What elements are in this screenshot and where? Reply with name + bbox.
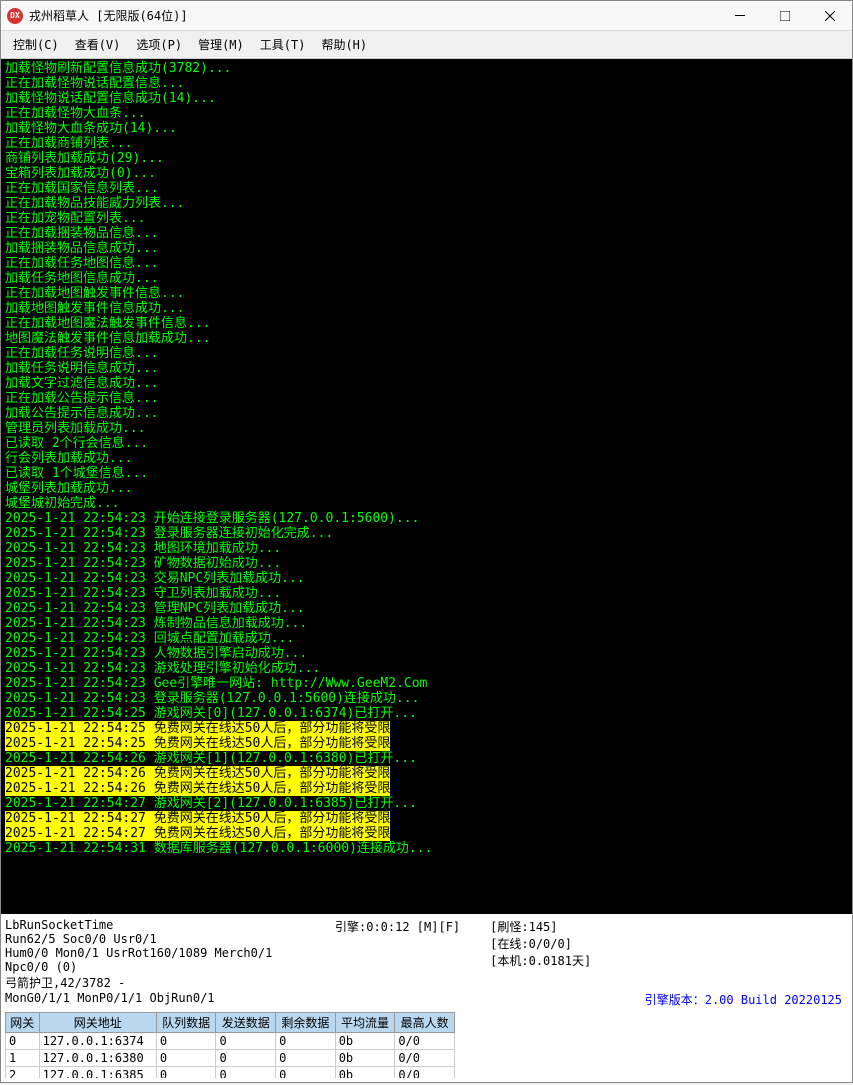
- log-line: 正在加宠物配置列表...: [5, 211, 848, 226]
- log-line: 2025-1-21 22:54:23 开始连接登录服务器(127.0.0.1:5…: [5, 511, 848, 526]
- log-line: 宝箱列表加载成功(0)...: [5, 166, 848, 181]
- log-line: 正在加载任务地图信息...: [5, 256, 848, 271]
- log-line: 2025-1-21 22:54:23 交易NPC列表加载成功...: [5, 571, 848, 586]
- log-line: 2025-1-21 22:54:23 登录服务器(127.0.0.1:5600)…: [5, 691, 848, 706]
- table-row[interactable]: 1127.0.0.1:63800000b0/0: [6, 1050, 455, 1067]
- log-line: 城堡列表加载成功...: [5, 481, 848, 496]
- grid-header[interactable]: 最高人数: [395, 1013, 455, 1033]
- grid-header[interactable]: 网关地址: [39, 1013, 156, 1033]
- log-line: 加载地图触发事件信息成功...: [5, 301, 848, 316]
- gateway-grid-wrap[interactable]: 网关网关地址队列数据发送数据剩余数据平均流量最高人数0127.0.0.1:637…: [5, 1008, 471, 1078]
- log-line: 2025-1-21 22:54:25 免费网关在线达50人后，部分功能将受限: [5, 721, 848, 736]
- log-line: 2025-1-21 22:54:23 人物数据引擎启动成功...: [5, 646, 848, 661]
- log-line: 地图魔法触发事件信息加载成功...: [5, 331, 848, 346]
- log-line: 2025-1-21 22:54:31 数据库服务器(127.0.0.1:6000…: [5, 841, 848, 856]
- minimize-button[interactable]: [717, 1, 762, 31]
- log-line: 城堡城初始完成...: [5, 496, 848, 511]
- log-line: 2025-1-21 22:54:23 矿物数据初始成功...: [5, 556, 848, 571]
- grid-header[interactable]: 平均流量: [335, 1013, 395, 1033]
- close-button[interactable]: [807, 1, 852, 31]
- log-line: 2025-1-21 22:54:26 游戏网关[1](127.0.0.1:638…: [5, 751, 848, 766]
- log-line: 已读取 2个行会信息...: [5, 436, 848, 451]
- grid-header[interactable]: 剩余数据: [276, 1013, 336, 1033]
- table-row[interactable]: 0127.0.0.1:63740000b0/0: [6, 1033, 455, 1050]
- log-line: 加载文字过滤信息成功...: [5, 376, 848, 391]
- log-line: 2025-1-21 22:54:25 免费网关在线达50人后，部分功能将受限: [5, 736, 848, 751]
- grid-header[interactable]: 发送数据: [216, 1013, 276, 1033]
- log-line: 加载怪物大血条成功(14)...: [5, 121, 848, 136]
- titlebar[interactable]: DX 戎州稻草人 [无限版(64位)]: [1, 1, 852, 31]
- status-col2: 引擎:0:0:12 [M][F]: [335, 918, 460, 1005]
- status-guard: 弓箭护卫,42/3782 -: [5, 974, 305, 991]
- log-line: 正在加载怪物大血条...: [5, 106, 848, 121]
- log-line: 2025-1-21 22:54:26 免费网关在线达50人后，部分功能将受限: [5, 781, 848, 796]
- log-line: 2025-1-21 22:54:27 游戏网关[2](127.0.0.1:638…: [5, 796, 848, 811]
- status-online: [在线:0/0/0]: [490, 935, 591, 952]
- gateway-table: 网关网关地址队列数据发送数据剩余数据平均流量最高人数0127.0.0.1:637…: [5, 1012, 455, 1078]
- log-line: 管理员列表加载成功...: [5, 421, 848, 436]
- log-line: 正在加载商铺列表...: [5, 136, 848, 151]
- status-col3: [刷怪:145] [在线:0/0/0] [本机:0.0181天]: [490, 918, 591, 1005]
- menu-manage[interactable]: 管理(M): [190, 33, 252, 56]
- log-line: 正在加载任务说明信息...: [5, 346, 848, 361]
- menu-view[interactable]: 查看(V): [67, 33, 129, 56]
- log-line: 2025-1-21 22:54:27 免费网关在线达50人后，部分功能将受限: [5, 811, 848, 826]
- table-row[interactable]: 2127.0.0.1:63850000b0/0: [6, 1067, 455, 1079]
- log-line: 正在加载地图魔法触发事件信息...: [5, 316, 848, 331]
- log-line: 已读取 1个城堡信息...: [5, 466, 848, 481]
- log-console[interactable]: 加载怪物刷新配置信息成功(3782)...正在加载怪物说话配置信息...加载怪物…: [1, 59, 852, 914]
- status-mong: MonG0/1/1 MonP0/1/1 ObjRun0/1: [5, 991, 305, 1005]
- menu-help[interactable]: 帮助(H): [313, 33, 375, 56]
- status-panel: LbRunSocketTime Run62/5 Soc0/0 Usr0/1 Hu…: [1, 914, 852, 1082]
- log-line: 加载怪物说话配置信息成功(14)...: [5, 91, 848, 106]
- status-engine-time: 引擎:0:0:12 [M][F]: [335, 918, 460, 935]
- window-title: 戎州稻草人 [无限版(64位)]: [29, 7, 717, 24]
- log-line: 2025-1-21 22:54:26 免费网关在线达50人后，部分功能将受限: [5, 766, 848, 781]
- menu-control[interactable]: 控制(C): [5, 33, 67, 56]
- log-line: 2025-1-21 22:54:23 登录服务器连接初始化完成...: [5, 526, 848, 541]
- log-line: 商铺列表加载成功(29)...: [5, 151, 848, 166]
- app-icon: DX: [7, 8, 23, 24]
- status-spawn: [刷怪:145]: [490, 918, 591, 935]
- status-col1: LbRunSocketTime Run62/5 Soc0/0 Usr0/1 Hu…: [5, 918, 305, 1005]
- window-buttons: [717, 1, 852, 31]
- maximize-button[interactable]: [762, 1, 807, 31]
- status-local: [本机:0.0181天]: [490, 952, 591, 969]
- log-line: 2025-1-21 22:54:23 Gee引擎唯一网站: http://Www…: [5, 676, 848, 691]
- status-run: Run62/5 Soc0/0 Usr0/1: [5, 932, 305, 946]
- main-window: DX 戎州稻草人 [无限版(64位)] 控制(C) 查看(V) 选项(P) 管理…: [0, 0, 853, 1083]
- status-socket-time: LbRunSocketTime: [5, 918, 305, 932]
- log-line: 2025-1-21 22:54:25 游戏网关[0](127.0.0.1:637…: [5, 706, 848, 721]
- status-hum: Hum0/0 Mon0/1 UsrRot160/1089 Merch0/1 Np…: [5, 946, 305, 974]
- log-line: 行会列表加载成功...: [5, 451, 848, 466]
- log-line: 2025-1-21 22:54:23 管理NPC列表加载成功...: [5, 601, 848, 616]
- log-line: 2025-1-21 22:54:23 炼制物品信息加载成功...: [5, 616, 848, 631]
- log-line: 加载公告提示信息成功...: [5, 406, 848, 421]
- menubar: 控制(C) 查看(V) 选项(P) 管理(M) 工具(T) 帮助(H): [1, 31, 852, 59]
- log-line: 正在加载国家信息列表...: [5, 181, 848, 196]
- log-line: 加载任务地图信息成功...: [5, 271, 848, 286]
- log-line: 2025-1-21 22:54:23 回城点配置加载成功...: [5, 631, 848, 646]
- log-line: 正在加载地图触发事件信息...: [5, 286, 848, 301]
- log-line: 正在加载公告提示信息...: [5, 391, 848, 406]
- menu-tools[interactable]: 工具(T): [252, 33, 314, 56]
- log-line: 正在加载怪物说话配置信息...: [5, 76, 848, 91]
- grid-header[interactable]: 网关: [6, 1013, 40, 1033]
- log-line: 加载怪物刷新配置信息成功(3782)...: [5, 61, 848, 76]
- log-line: 2025-1-21 22:54:23 守卫列表加载成功...: [5, 586, 848, 601]
- log-line: 正在加载物品技能威力列表...: [5, 196, 848, 211]
- log-line: 正在加载捆装物品信息...: [5, 226, 848, 241]
- log-line: 2025-1-21 22:54:23 地图环境加载成功...: [5, 541, 848, 556]
- log-line: 加载任务说明信息成功...: [5, 361, 848, 376]
- log-line: 加载捆装物品信息成功...: [5, 241, 848, 256]
- menu-options[interactable]: 选项(P): [128, 33, 190, 56]
- grid-header[interactable]: 队列数据: [156, 1013, 216, 1033]
- log-line: 2025-1-21 22:54:27 免费网关在线达50人后，部分功能将受限: [5, 826, 848, 841]
- log-line: 2025-1-21 22:54:23 游戏处理引擎初始化成功...: [5, 661, 848, 676]
